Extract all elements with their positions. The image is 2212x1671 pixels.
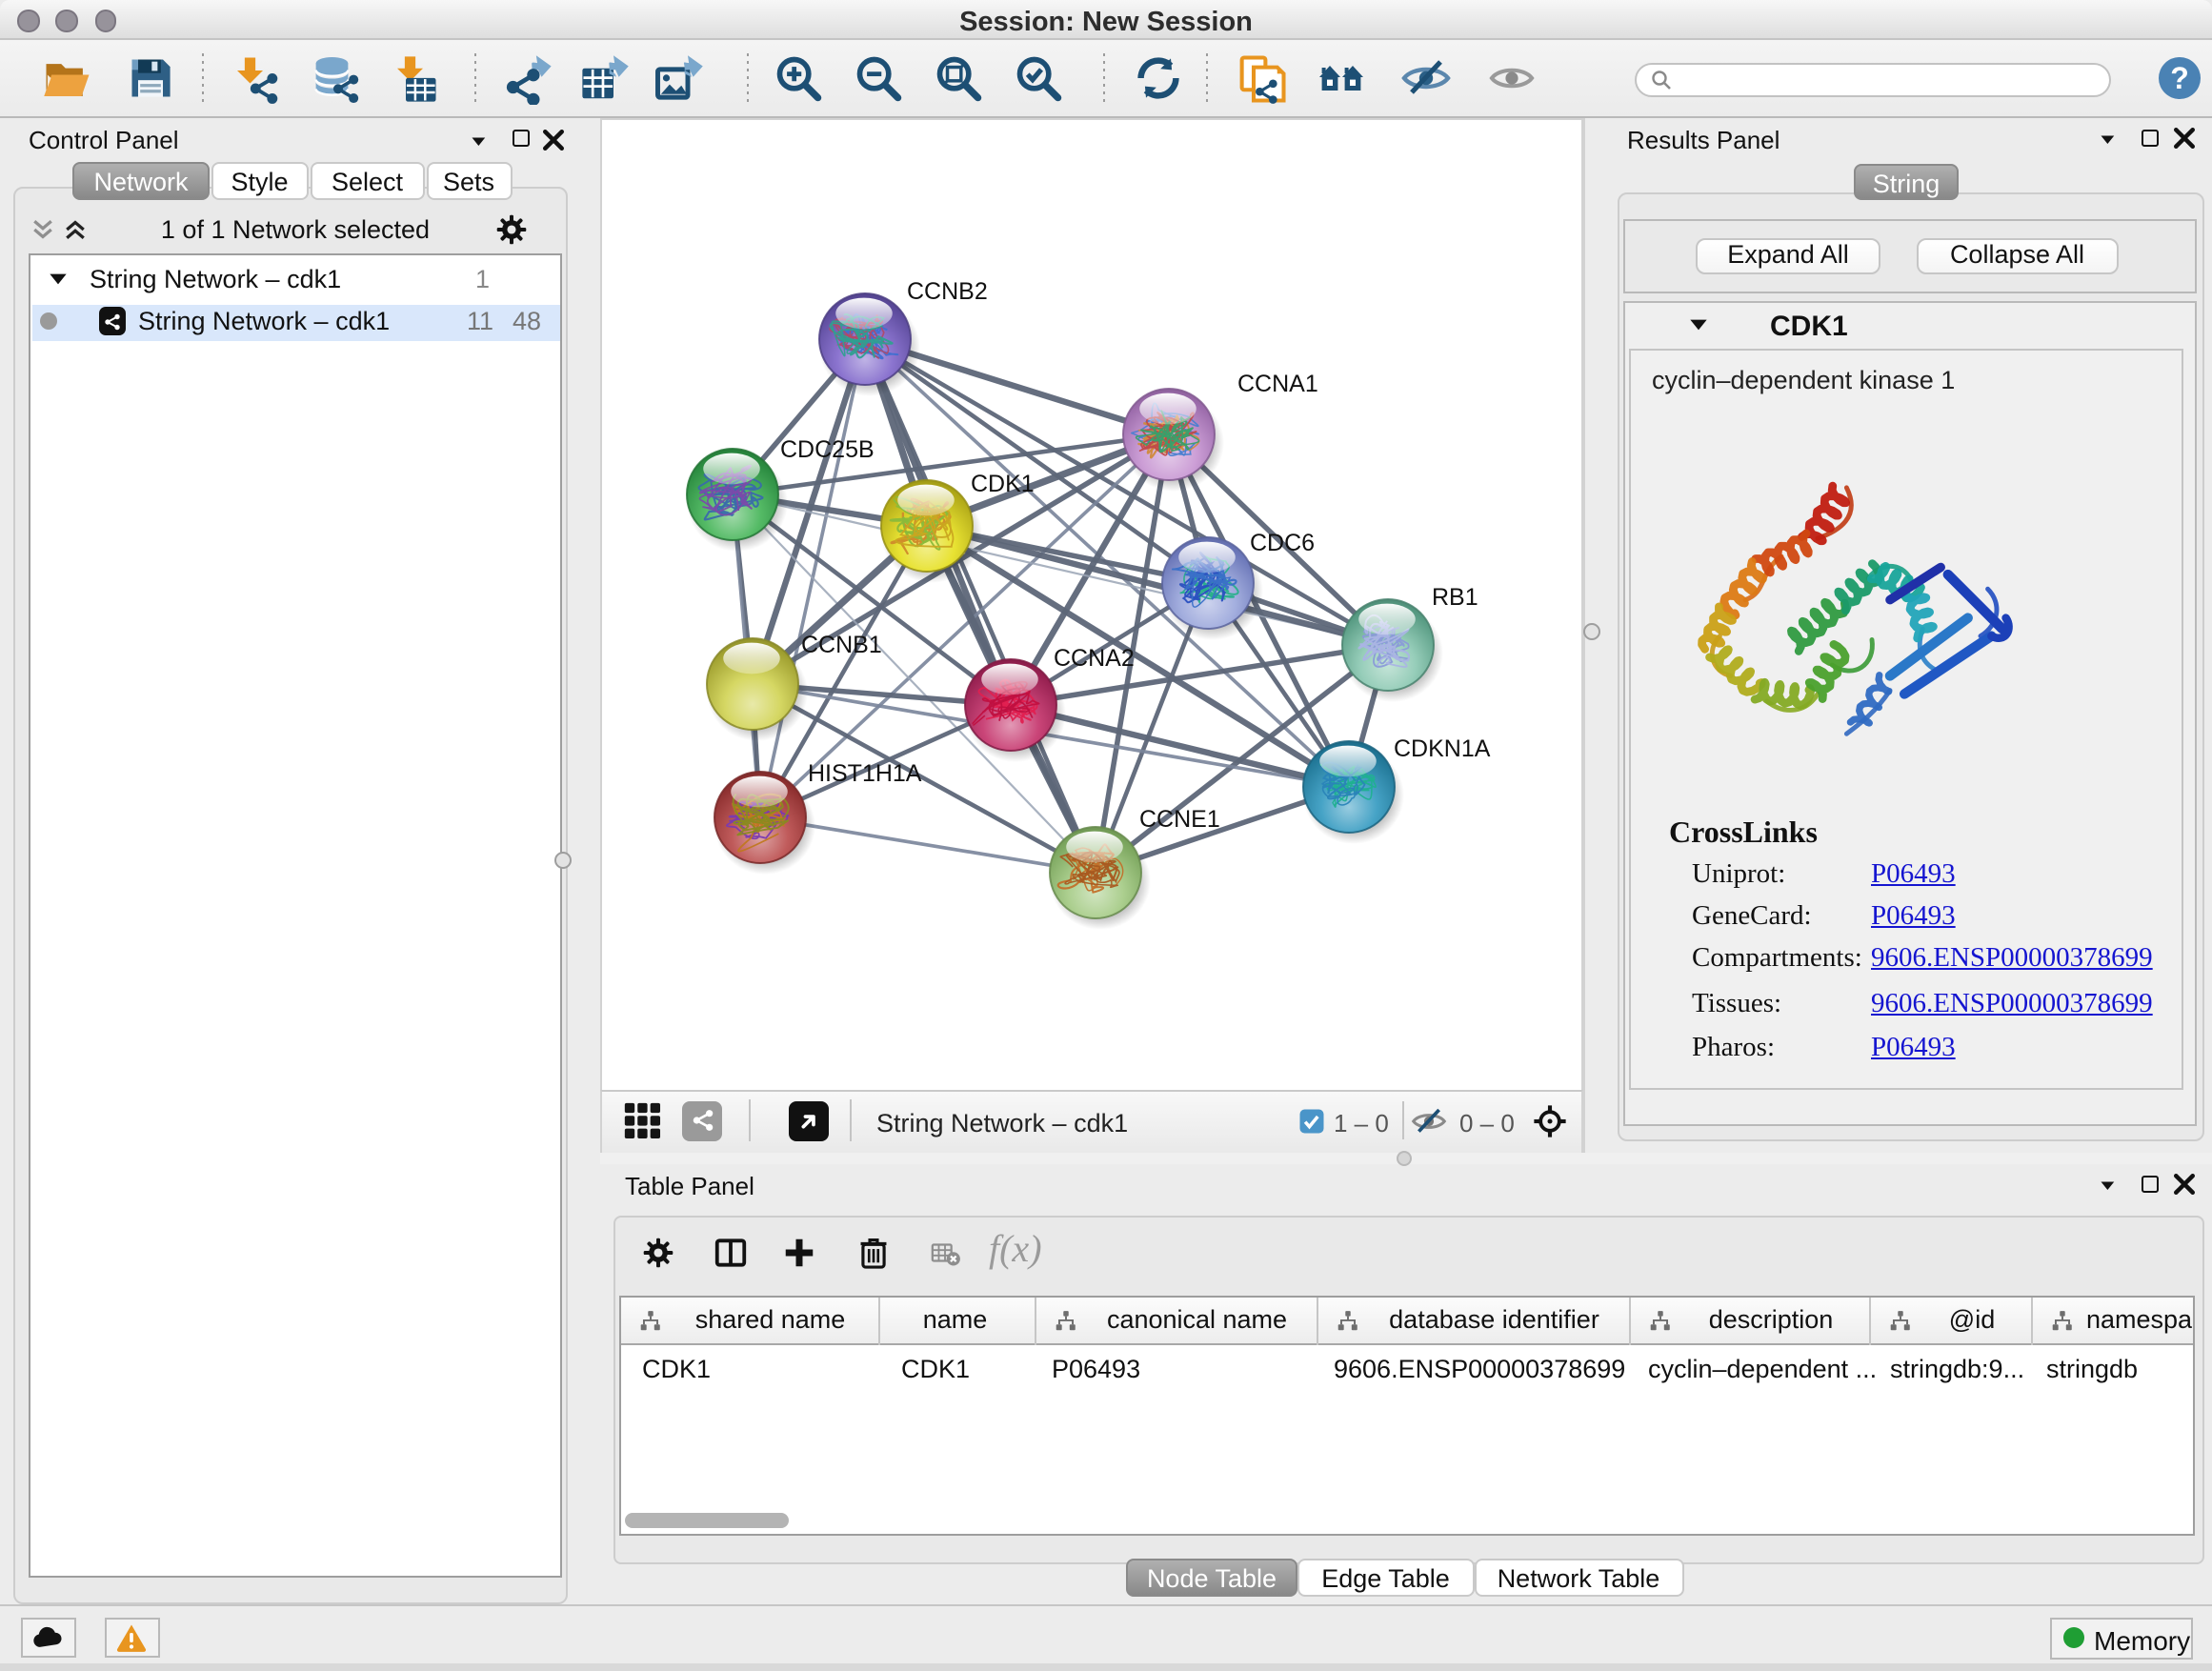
svg-text:RB1: RB1 xyxy=(1432,583,1478,610)
svg-text:CDK1: CDK1 xyxy=(971,470,1035,496)
svg-text:CDC25B: CDC25B xyxy=(780,435,875,462)
svg-text:CCNA1: CCNA1 xyxy=(1237,370,1318,396)
svg-text:CCNB1: CCNB1 xyxy=(801,631,882,657)
svg-text:CCNE1: CCNE1 xyxy=(1139,805,1220,832)
svg-text:HIST1H1A: HIST1H1A xyxy=(808,759,922,786)
svg-text:CCNB2: CCNB2 xyxy=(907,277,988,304)
svg-text:CDKN1A: CDKN1A xyxy=(1394,735,1491,761)
svg-text:CDC6: CDC6 xyxy=(1250,529,1315,555)
svg-text:CCNA2: CCNA2 xyxy=(1054,644,1135,671)
svg-text:?: ? xyxy=(2170,61,2189,95)
